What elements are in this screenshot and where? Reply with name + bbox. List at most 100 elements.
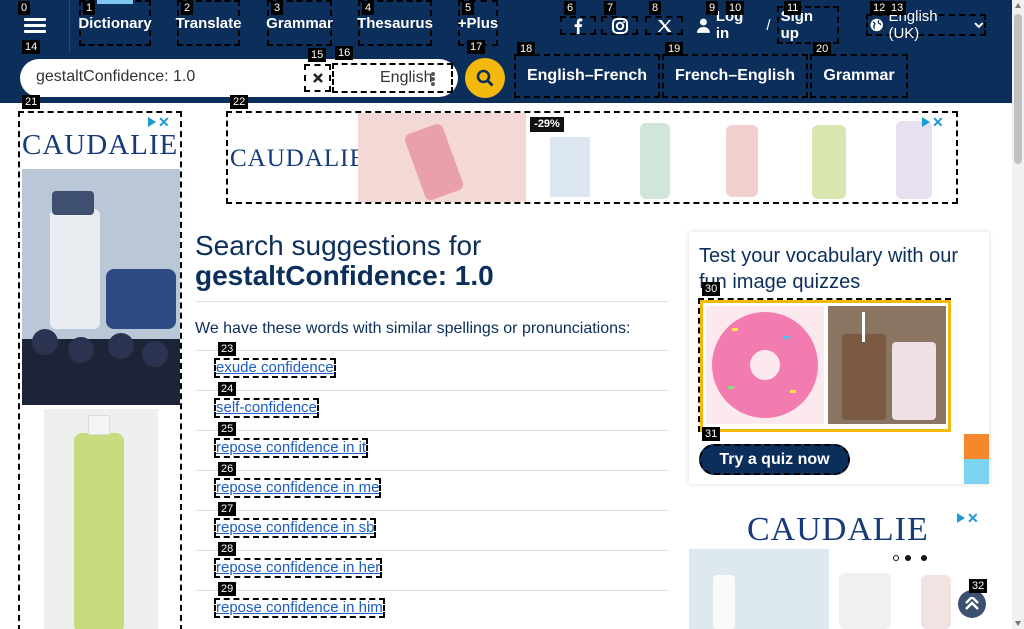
hamburger-icon [23,18,46,34]
carousel-dot[interactable] [893,555,899,561]
element-index-badge: 17 [467,40,486,54]
ad-product-image [22,169,180,405]
scrollbar-thumb[interactable] [1014,14,1022,164]
site-language-selector[interactable]: English (UK) [866,8,986,42]
x-icon[interactable] [645,16,683,35]
element-index-badge: 24 [218,382,237,396]
element-index-badge: 4 [362,1,375,15]
right-ad-image [689,549,829,629]
element-index-badge: 31 [702,427,721,441]
element-index-badge: 14 [22,40,41,54]
element-index-badge: 26 [218,462,237,476]
element-index-badge: 7 [604,1,617,15]
suggestions-intro: We have these words with similar spellin… [195,320,631,337]
login-area: Log in / Sign up [697,6,839,44]
adchoices-icon[interactable]: ✕ [148,115,174,129]
vertical-scrollbar[interactable] [1012,0,1024,629]
adchoices-icon[interactable]: ✕ [922,115,948,129]
suggestion-link[interactable]: repose confidence in him [214,598,385,618]
side-tab-orange[interactable] [964,434,989,459]
facebook-icon[interactable] [560,16,596,35]
banner-product [726,125,758,197]
element-index-badge: 22 [230,95,249,109]
banner-product [550,137,590,197]
right-ad-product [921,575,951,629]
suggestion-link[interactable]: self-confidence [214,398,319,418]
right-ad-product [839,573,891,629]
left-ad[interactable]: ✕ CAUDALIE [18,111,182,629]
banner-product [896,121,932,199]
top-banner-ad[interactable]: CAUDALIE -29% ✕ [226,111,958,204]
chevron-up-icon [965,597,979,610]
try-quiz-button[interactable]: Try a quiz now [699,444,850,475]
back-to-top-button[interactable] [958,590,986,618]
dict-link-french-english[interactable]: French–English [662,54,808,98]
banner-product [640,123,670,199]
divider [195,350,669,351]
adchoices-icon[interactable]: ✕ [957,511,983,525]
element-index-badge: 0 [18,1,31,15]
dictionary-language-label: English [380,69,433,86]
dict-link-grammar[interactable]: Grammar [810,54,908,98]
page-title-term: gestaltConfidence: 1.0 [195,260,494,291]
banner-image [358,113,526,202]
suggestion-link[interactable]: repose confidence in her [214,558,383,578]
search-icon [476,69,494,87]
banner-brand-logo: CAUDALIE [230,145,366,172]
banner-product [812,125,846,199]
divider [195,301,669,302]
element-index-badge: 21 [22,95,41,109]
element-index-badge: 18 [517,42,536,56]
ad-product-image-2 [44,409,158,629]
user-icon [697,18,710,33]
ad-brand-logo: CAUDALIE [22,129,179,161]
clear-search-button[interactable] [304,64,331,92]
search-input[interactable] [36,62,298,92]
element-index-badge: 16 [335,46,354,60]
element-index-badge: 5 [462,1,475,15]
quiz-image-link[interactable] [698,298,951,432]
search-button[interactable] [465,58,505,98]
element-index-badge: 3 [271,1,284,15]
divider [195,590,669,591]
side-tab-blue[interactable] [964,459,989,484]
suggestion-link[interactable]: repose confidence in sb [214,518,377,538]
element-index-badge: 10 [726,1,745,15]
element-index-badge: 2 [181,1,194,15]
discount-badge: -29% [530,117,564,132]
login-separator: / [766,16,771,34]
carousel-dot[interactable] [921,555,927,561]
right-ad-brand-logo: CAUDALIE [747,511,929,548]
element-index-badge: 29 [218,582,237,596]
scroll-down-arrow[interactable] [1015,621,1021,626]
scroll-up-arrow[interactable] [1015,3,1021,8]
quiz-title: Test your vocabulary with our fun image … [699,245,959,293]
instagram-icon[interactable] [601,16,638,35]
divider [195,510,669,511]
globe-icon [870,18,883,32]
element-index-badge: 19 [665,42,684,56]
element-index-badge: 30 [702,282,721,296]
right-ad[interactable]: CAUDALIE ✕ [689,509,989,629]
more-options-icon [431,72,435,86]
element-index-badge: 11 [784,1,802,15]
element-index-badge: 15 [308,48,327,62]
divider [195,470,669,471]
element-index-badge: 25 [218,422,237,436]
suggestion-link[interactable]: exude confidence [214,358,336,378]
dict-link-english-french[interactable]: English–French [514,54,660,98]
divider [195,390,669,391]
close-icon [312,73,323,83]
element-index-badge: 6 [564,1,577,15]
element-index-badge: 1 [83,1,96,15]
page-title-prefix: Search suggestions for [195,230,482,261]
element-index-badge: 9 [706,1,719,15]
element-index-badge: 13 [888,1,907,15]
quiz-image-frame [700,300,951,432]
dictionary-language-dropdown[interactable]: English [332,63,453,93]
carousel-dot[interactable] [905,555,911,561]
suggestion-link[interactable]: repose confidence in me [214,478,382,498]
chevron-down-icon [974,22,984,29]
element-index-badge: 28 [218,542,237,556]
suggestion-link[interactable]: repose confidence in it [214,438,369,458]
